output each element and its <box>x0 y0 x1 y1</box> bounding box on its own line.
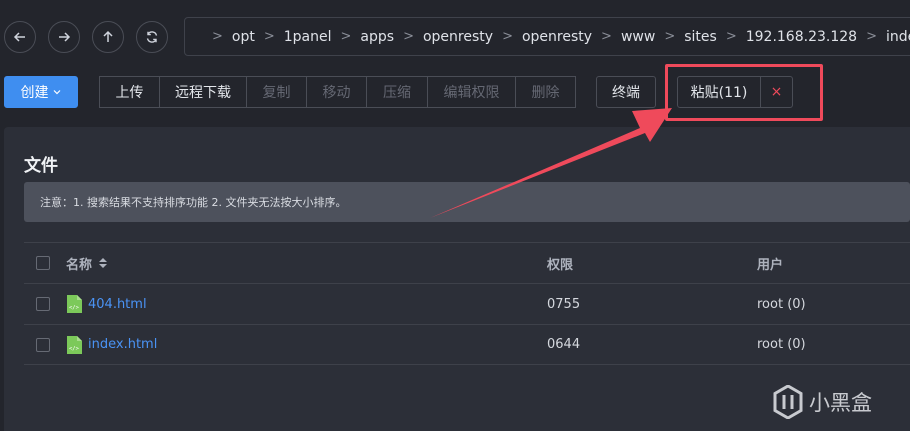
breadcrumb-item[interactable]: sites <box>684 29 717 45</box>
arrow-left-icon <box>13 32 25 42</box>
sort-icon[interactable] <box>98 257 108 269</box>
watermark: 小黑盒 <box>773 385 872 419</box>
select-all-checkbox[interactable] <box>36 256 50 270</box>
breadcrumb-separator: > <box>664 29 676 44</box>
breadcrumb-separator: > <box>725 29 737 44</box>
watermark-text: 小黑盒 <box>809 391 872 415</box>
create-label: 创建 <box>20 85 49 101</box>
xiaoheihe-logo-icon <box>773 385 803 419</box>
up-button[interactable] <box>92 21 124 53</box>
breadcrumb-separator: > <box>601 29 612 44</box>
file-name-link[interactable]: index.html <box>88 337 157 352</box>
html-file-icon: </> <box>67 295 82 313</box>
notice-text: 注意：1. 搜索结果不支持排序功能 2. 文件夹无法按大小排序。 <box>40 196 347 209</box>
forward-button[interactable] <box>48 21 80 53</box>
page-title: 文件 <box>24 156 58 176</box>
breadcrumb-item[interactable]: openresty <box>522 29 592 45</box>
permission-cell: 0755 <box>547 296 581 312</box>
column-header-name[interactable]: 名称 <box>66 254 108 273</box>
refresh-button[interactable] <box>136 21 168 53</box>
column-header-user: 用户 <box>757 257 784 273</box>
table-row: </> 404.html 0755 root (0) <box>24 283 910 324</box>
column-header-name-label: 名称 <box>66 257 93 273</box>
breadcrumb-item[interactable]: apps <box>360 29 394 45</box>
back-button[interactable] <box>4 21 36 53</box>
breadcrumb-separator: > <box>263 29 275 44</box>
edit-permission-button[interactable]: 编辑权限 <box>427 76 516 108</box>
terminal-button[interactable]: 终端 <box>596 76 656 108</box>
row-checkbox[interactable] <box>36 337 50 352</box>
file-name-link[interactable]: 404.html <box>88 297 147 312</box>
move-button[interactable]: 移动 <box>306 76 367 108</box>
chevron-down-icon <box>53 90 60 95</box>
delete-button[interactable]: 删除 <box>515 76 576 108</box>
compress-button[interactable]: 压缩 <box>366 76 428 108</box>
row-checkbox[interactable] <box>36 297 50 311</box>
breadcrumb-item[interactable]: opt <box>232 29 255 45</box>
breadcrumb-separator: > <box>403 29 414 44</box>
notice-banner: 注意：1. 搜索结果不支持排序功能 2. 文件夹无法按大小排序。 <box>24 182 910 222</box>
refresh-icon <box>146 31 158 43</box>
breadcrumb-item[interactable]: 1panel <box>284 29 332 45</box>
upload-button[interactable]: 上传 <box>99 76 160 108</box>
breadcrumb-separator: > <box>340 29 352 44</box>
create-dropdown-button[interactable]: 创建 <box>4 76 78 108</box>
arrow-up-icon <box>103 30 113 42</box>
remote-download-button[interactable]: 远程下载 <box>159 76 247 108</box>
column-header-permission: 权限 <box>547 257 574 273</box>
breadcrumb-item[interactable]: openresty <box>423 29 493 45</box>
breadcrumb: > opt > 1panel > apps > openresty > open… <box>184 17 910 56</box>
annotation-highlight-box <box>665 64 823 121</box>
svg-text:</>: </> <box>69 346 80 352</box>
table-row: </> index.html 0644 root (0) <box>24 324 910 365</box>
table-header-row: 名称 权限 用户 <box>24 242 910 283</box>
permission-cell: 0644 <box>547 337 581 352</box>
breadcrumb-separator: > <box>212 29 223 44</box>
html-file-icon: </> <box>67 335 82 354</box>
copy-button[interactable]: 复制 <box>246 76 307 108</box>
breadcrumb-item[interactable]: www <box>621 29 655 45</box>
file-name-cell: </> 404.html <box>66 295 147 313</box>
user-cell: root (0) <box>757 296 806 312</box>
svg-text:</>: </> <box>69 305 80 311</box>
file-name-cell: </> index.html <box>66 335 157 354</box>
user-cell: root (0) <box>757 337 806 352</box>
breadcrumb-item[interactable]: 192.168.23.128 <box>746 29 857 45</box>
breadcrumb-item-current[interactable]: index <box>886 29 910 45</box>
file-table: 名称 权限 用户 </> 404.html 0755 root (0) </> … <box>24 242 910 365</box>
arrow-right-icon <box>59 32 71 42</box>
breadcrumb-separator: > <box>866 29 877 44</box>
breadcrumb-separator: > <box>502 29 513 44</box>
